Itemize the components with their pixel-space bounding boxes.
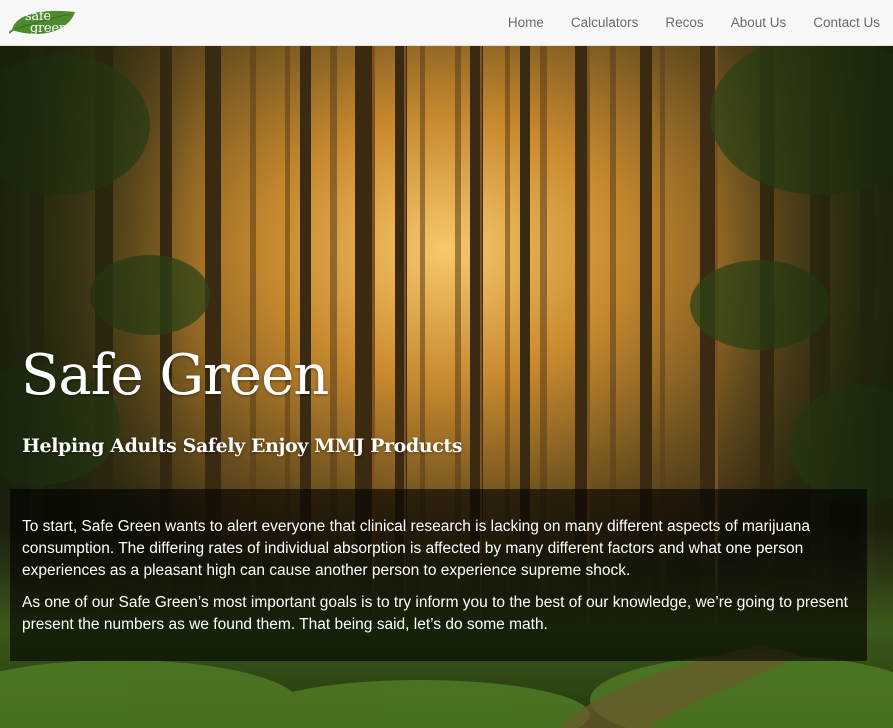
nav-calculators-link[interactable]: Calculators [571, 15, 639, 30]
intro-paragraph: To start, Safe Green wants to alert ever… [22, 518, 811, 579]
nav-contact-us-link[interactable]: Contact Us [813, 15, 880, 30]
nav-home-link[interactable]: Home [508, 15, 544, 30]
main-nav: Home Calculators Recos About Us Contact … [481, 0, 880, 45]
hero-title: Safe Green [21, 343, 329, 408]
safe-green-logo[interactable]: safe green [9, 6, 79, 40]
nav-recos-link[interactable]: Recos [665, 15, 703, 30]
intro-text-panel: To start, Safe Green wants to alert ever… [10, 489, 867, 661]
hero-subtitle: Helping Adults Safely Enjoy MMJ Products [22, 435, 463, 457]
nav-about-us-link[interactable]: About Us [731, 15, 787, 30]
hero-section: Safe Green Helping Adults Safely Enjoy M… [0, 45, 893, 728]
logo-text-green: green [30, 21, 67, 36]
intro-paragraph-math: As one of our Safe Green’s most importan… [22, 594, 848, 633]
top-navbar: safe green Home Calculators Recos About … [0, 0, 893, 46]
